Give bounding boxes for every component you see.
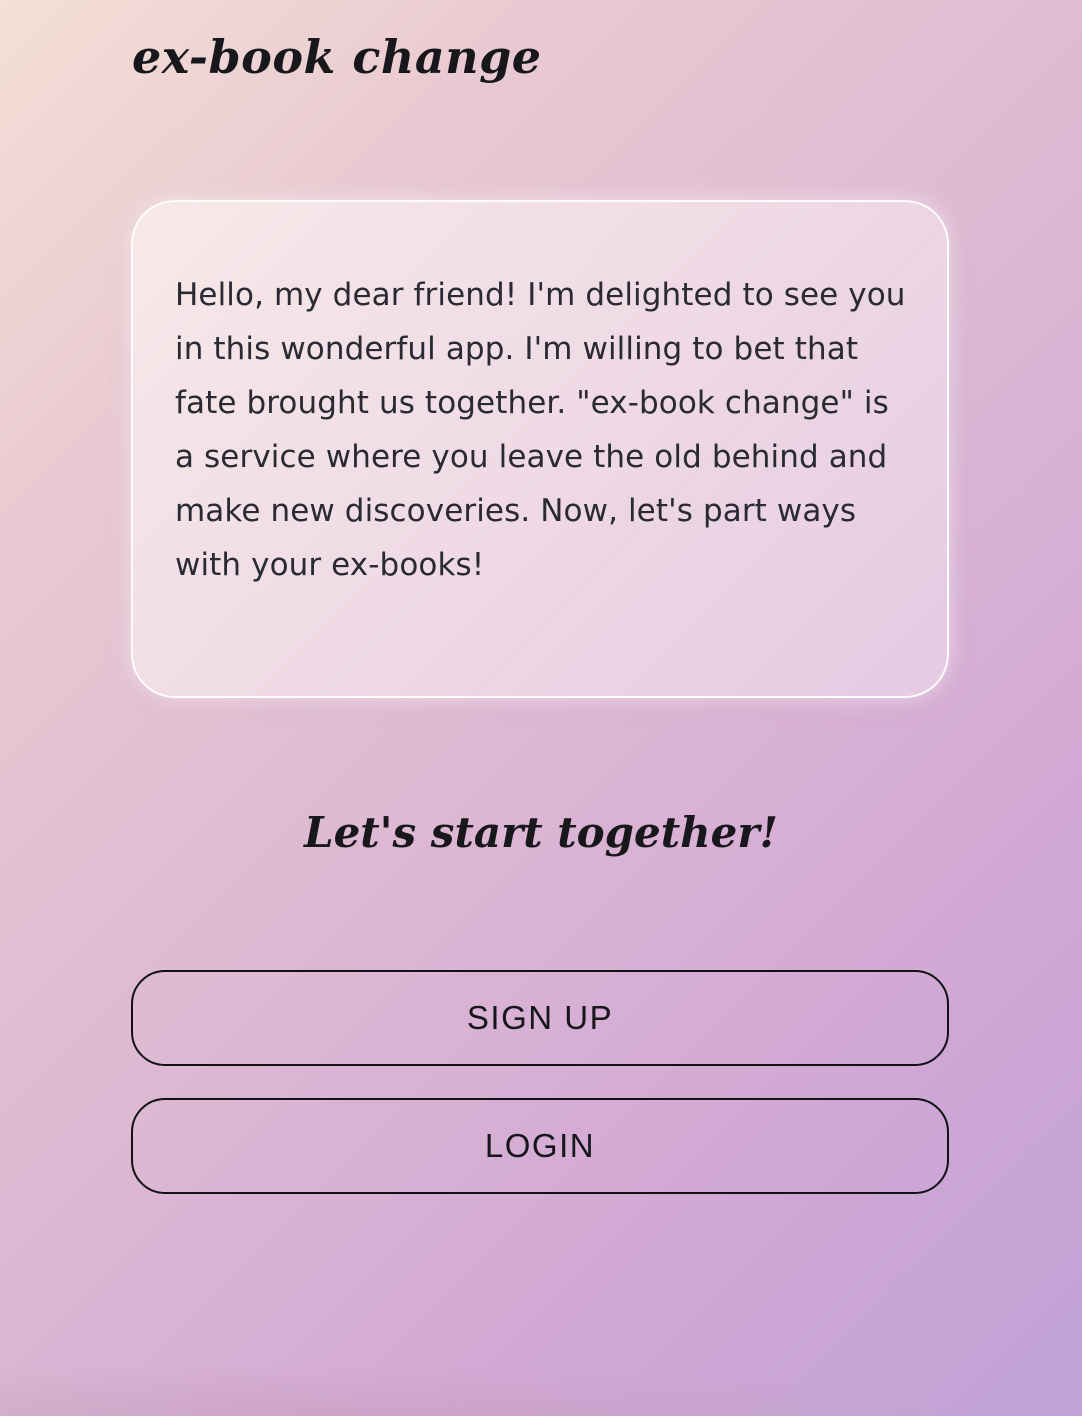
cta-heading: Let's start together!: [304, 808, 778, 857]
app-logo-title: ex-book change: [132, 30, 542, 84]
bottom-shade: [0, 1356, 1082, 1416]
login-button[interactable]: LOGIN: [131, 1098, 949, 1194]
intro-card: Hello, my dear friend! I'm delighted to …: [131, 200, 949, 698]
sign-up-button[interactable]: SIGN UP: [131, 970, 949, 1066]
intro-text: Hello, my dear friend! I'm delighted to …: [175, 277, 906, 583]
